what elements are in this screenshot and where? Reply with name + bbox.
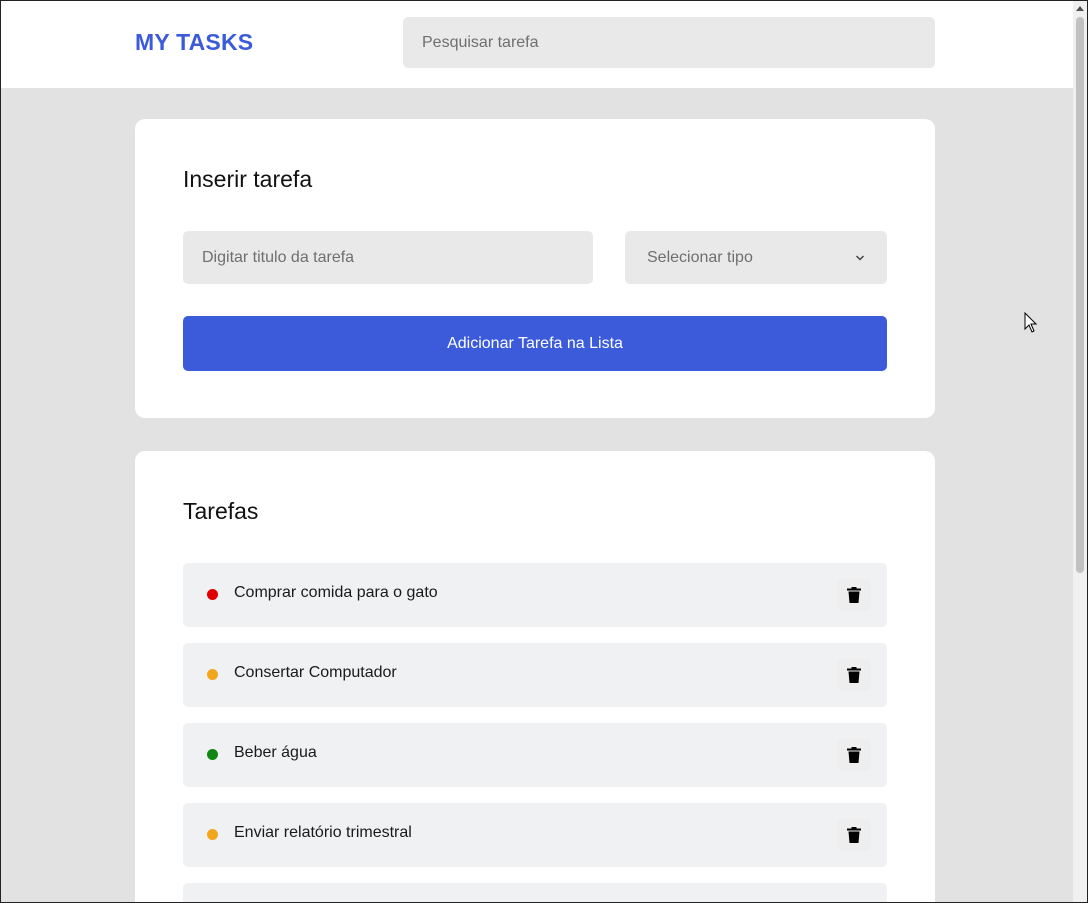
- task-status-dot: [207, 829, 218, 840]
- task-type-select[interactable]: Selecionar tipo: [625, 231, 887, 284]
- add-task-button[interactable]: Adicionar Tarefa na Lista: [183, 316, 887, 371]
- task-item: Beber água: [183, 723, 887, 787]
- task-label: Enviar relatório trimestral: [234, 824, 412, 841]
- task-label: Consertar Computador: [234, 664, 397, 681]
- task-type-selected: Selecionar tipo: [647, 248, 753, 266]
- app-logo: MY TASKS: [135, 29, 254, 55]
- task-label: Beber água: [234, 744, 317, 761]
- scrollbar-thumb[interactable]: [1076, 17, 1084, 573]
- task-status-dot: [207, 589, 218, 600]
- trash-icon: [847, 667, 861, 683]
- insert-task-card: Inserir tarefa Selecionar tipo Adicionar…: [135, 119, 935, 418]
- task-title-input[interactable]: [183, 231, 593, 284]
- task-status-dot: [207, 669, 218, 680]
- vertical-scrollbar[interactable]: [1073, 1, 1087, 902]
- task-item: Comprar comida para o gato: [183, 563, 887, 627]
- task-label: Comprar comida para o gato: [234, 584, 438, 601]
- delete-task-button[interactable]: [837, 579, 871, 611]
- task-item: Consertar Computador: [183, 643, 887, 707]
- top-header: MY TASKS: [1, 1, 1073, 88]
- page-viewport: MY TASKS Inserir tarefa Selecionar tipo …: [1, 1, 1073, 902]
- delete-task-button[interactable]: [837, 739, 871, 771]
- trash-icon: [847, 747, 861, 763]
- insert-task-title: Inserir tarefa: [183, 166, 313, 192]
- mouse-cursor-icon: [1024, 312, 1038, 333]
- tasks-title: Tarefas: [183, 498, 259, 524]
- task-item: Enviar relatório trimestral: [183, 803, 887, 867]
- delete-task-button[interactable]: [837, 819, 871, 851]
- trash-icon: [847, 827, 861, 843]
- delete-task-button[interactable]: [837, 659, 871, 691]
- tasks-card: Tarefas Comprar comida para o gato Conser…: [135, 451, 935, 902]
- task-item: [183, 883, 887, 902]
- search-input[interactable]: [403, 17, 935, 68]
- chevron-down-icon: [855, 254, 865, 261]
- scroll-up-arrow-icon[interactable]: [1073, 1, 1087, 15]
- trash-icon: [847, 587, 861, 603]
- task-status-dot: [207, 749, 218, 760]
